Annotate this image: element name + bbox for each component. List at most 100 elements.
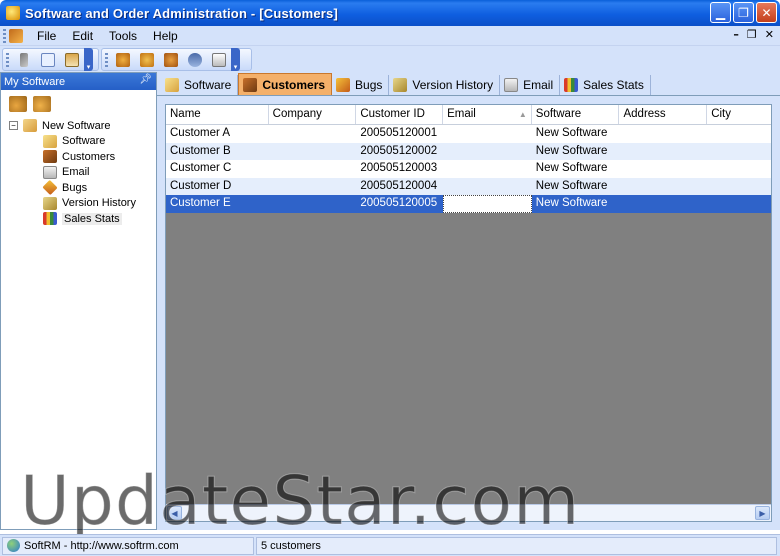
table-row[interactable]: Customer A 200505120001 New Software [166,125,771,143]
table-cell[interactable]: 200505120002 [356,143,443,161]
table-cell[interactable] [707,160,771,178]
menu-tools[interactable]: Tools [101,27,145,45]
column-header-city[interactable]: City [707,105,771,124]
menubar-grip[interactable] [3,28,6,43]
remove-user-icon[interactable] [136,50,158,70]
table-cell[interactable] [269,178,357,196]
customers-grid[interactable]: Name Company Customer ID Email ▲ Softwar… [165,104,772,522]
toolstrip-overflow[interactable]: ▾ [231,48,240,71]
table-cell[interactable] [620,195,708,213]
tree-item-email[interactable]: Email [9,165,156,181]
table-cell[interactable] [619,160,707,178]
table-cell[interactable] [707,125,771,143]
menu-help[interactable]: Help [145,27,186,45]
collapse-icon[interactable]: − [9,121,18,131]
table-cell[interactable]: 200505120001 [356,125,443,143]
table-cell[interactable]: 200505120003 [356,160,443,178]
tree-item-bugs[interactable]: Bugs [9,180,156,196]
table-row[interactable]: Customer E 200505120005 New Software [166,195,771,213]
paste-icon[interactable] [61,50,83,70]
table-cell[interactable]: Customer C [166,160,269,178]
tree-item-sales-stats[interactable]: Sales Stats [9,211,156,227]
table-cell[interactable]: 200505120005 [356,195,443,213]
menu-edit[interactable]: Edit [64,27,101,45]
tab-sales-stats[interactable]: Sales Stats [560,75,651,95]
table-cell[interactable] [443,160,532,178]
tree-root[interactable]: − New Software [9,118,156,134]
table-cell[interactable]: New Software [532,178,620,196]
minimize-button[interactable]: ▁ [710,2,731,23]
table-cell[interactable]: Customer A [166,125,269,143]
table-cell[interactable] [269,160,357,178]
close-button[interactable]: ✕ [756,2,777,23]
tree-item-label: Version History [62,197,136,210]
table-cell[interactable] [619,125,707,143]
horizontal-scrollbar[interactable]: ◀ ▶ [166,504,771,521]
document-icon[interactable] [9,28,23,43]
table-cell[interactable]: New Software [532,125,620,143]
table-cell[interactable] [269,125,357,143]
column-header-email[interactable]: Email ▲ [443,105,532,124]
tree-item-version-history[interactable]: Version History [9,196,156,212]
table-cell[interactable]: New Software [532,143,620,161]
table-row[interactable]: Customer B 200505120002 New Software [166,142,771,161]
table-cell[interactable]: Customer B [166,143,269,161]
table-cell[interactable] [619,143,707,161]
table-row[interactable]: Customer C 200505120003 New Software [166,160,771,178]
software-icon [43,134,57,148]
software-panel: My Software 📌︎ − New Software Software C… [0,72,157,530]
table-cell[interactable] [443,143,532,161]
table-cell[interactable] [269,143,357,161]
restore-button[interactable]: ❐ [733,2,754,23]
table-cell[interactable] [443,195,532,213]
table-cell[interactable]: New Software [532,195,620,213]
toolstrip-grip[interactable] [105,52,108,67]
menu-file[interactable]: File [29,27,64,45]
table-cell[interactable] [619,178,707,196]
mdi-minimize-button[interactable]: – [733,28,739,41]
email-icon [43,165,57,179]
print-icon[interactable] [208,50,230,70]
tab-software[interactable]: Software [161,75,239,95]
column-header-name[interactable]: Name [166,105,269,124]
toolstrip-overflow[interactable]: ▾ [84,48,93,71]
remove-software-icon[interactable] [33,96,51,112]
table-cell[interactable]: 200505120004 [356,178,443,196]
table-cell[interactable] [707,143,771,161]
column-header-customer-id[interactable]: Customer ID [356,105,444,124]
column-header-company[interactable]: Company [269,105,357,124]
column-header-address[interactable]: Address [619,105,708,124]
tab-label: Email [523,78,554,92]
table-cell[interactable] [443,125,532,143]
toolstrip-grip[interactable] [6,52,9,67]
tab-customers[interactable]: Customers [238,73,333,95]
table-cell[interactable] [443,178,532,196]
find-icon[interactable] [184,50,206,70]
table-cell[interactable] [707,195,771,213]
table-row[interactable]: Customer D 200505120004 New Software [166,177,771,196]
table-cell[interactable]: Customer D [166,178,269,196]
mdi-close-button[interactable]: ✕ [765,28,774,41]
tree-item-customers[interactable]: Customers [9,149,156,165]
add-user-icon[interactable] [112,50,134,70]
pin-icon[interactable]: 📌︎ [139,74,152,85]
column-header-software[interactable]: Software [532,105,620,124]
tab-email[interactable]: Email [500,75,561,95]
scroll-right-icon[interactable]: ▶ [755,506,770,520]
cut-icon[interactable] [13,50,35,70]
status-link[interactable]: SoftRM - http://www.softrm.com [2,536,254,555]
add-software-icon[interactable] [9,96,27,112]
edit-user-icon[interactable] [160,50,182,70]
column-header-label: Email [447,108,476,120]
table-cell[interactable] [269,195,357,213]
tree-item-software[interactable]: Software [9,134,156,150]
table-cell[interactable] [707,178,771,196]
copy-icon[interactable] [37,50,59,70]
mdi-restore-button[interactable]: ❐ [747,28,757,41]
table-cell[interactable]: New Software [532,160,620,178]
tab-bugs[interactable]: Bugs [332,75,390,95]
scroll-left-icon[interactable]: ◀ [167,506,182,520]
software-icon [165,78,179,92]
table-cell[interactable]: Customer E [166,195,269,213]
tab-version-history[interactable]: Version History [389,75,501,95]
